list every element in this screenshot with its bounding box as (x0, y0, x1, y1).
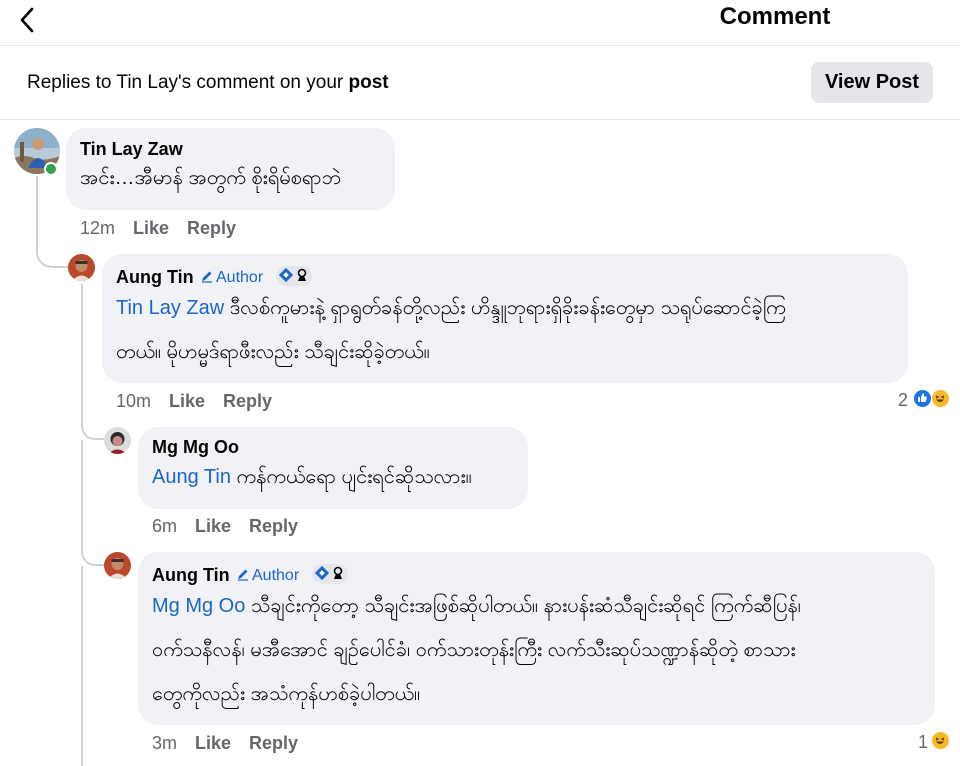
comment-timestamp: 10m (116, 391, 152, 411)
haha-reaction-icon (931, 389, 950, 408)
author-badge: Author (200, 268, 263, 288)
comment-bubble: Aung Tin Author Tin Lay Zaw ဒီလစ်ကူမားနဲ… (102, 254, 908, 383)
comment-text: Mg Mg Oo သီချင်းကိုတော့ သီချင်းအဖြစ်ဆိုပ… (152, 584, 932, 716)
author-badge-label: Author (216, 269, 264, 286)
thread-line (81, 440, 83, 550)
mention-link[interactable]: Mg Mg Oo (152, 595, 245, 617)
comment-text: Aung Tin ကန်ကယ်ရော ပျင်းရင်ဆိုသလား။ (152, 457, 472, 497)
comment-line: Mg Mg Oo သီချင်းကိုတော့ သီချင်းအဖြစ်ဆိုပ… (152, 584, 932, 628)
mention-link[interactable]: Tin Lay Zaw (116, 297, 224, 319)
thread-line (81, 424, 107, 440)
comment-actions: 10m Like Reply (116, 390, 290, 412)
comment-line: Tin Lay Zaw ဒီလစ်ကူမားနဲ့ ရှာရွတ်ခန်တို့… (116, 286, 906, 330)
avatar[interactable] (104, 427, 131, 454)
reaction-count[interactable]: 1 (918, 731, 928, 753)
comment-bubble: Mg Mg Oo Aung Tin ကန်ကယ်ရော ပျင်းရင်ဆိုသ… (138, 427, 528, 509)
view-post-button[interactable]: View Post (811, 62, 933, 103)
comment-actions: 3m Like Reply (152, 732, 316, 754)
comment-text: အင်း…အီမာန် အတွက် စိုးရိမ်စရာဘဲ (80, 167, 341, 189)
like-button[interactable]: Like (195, 732, 231, 754)
comment-line-text: ကန်ကယ်ရော ပျင်းရင်ဆိုသလား။ (230, 466, 472, 488)
avatar[interactable] (68, 254, 95, 281)
comment-author[interactable]: Mg Mg Oo (152, 436, 239, 458)
replies-bar: Replies to Tin Lay's comment on your pos… (0, 47, 960, 120)
reply-button[interactable]: Reply (249, 515, 298, 537)
like-button[interactable]: Like (133, 217, 169, 239)
like-reaction-icon (913, 389, 932, 408)
comment-line-text: သီချင်းကိုတော့ သီချင်းအဖြစ်ဆိုပါတယ်။ နား… (245, 595, 801, 617)
online-status-dot (44, 162, 58, 176)
top-bar: Comment (0, 0, 960, 46)
comment-timestamp: 6m (152, 516, 178, 536)
pencil-icon (238, 569, 248, 581)
badge-icons[interactable] (312, 564, 348, 584)
comment-actions: 12m Like Reply (80, 217, 254, 239)
avatar[interactable] (104, 552, 131, 579)
author-badge: Author (236, 566, 299, 586)
comment-author[interactable]: Tin Lay Zaw (80, 138, 183, 160)
post-link[interactable]: post (349, 72, 389, 93)
comment-actions: 6m Like Reply (152, 515, 316, 537)
comment-bubble: Tin Lay Zaw အင်း…အီမာန် အတွက် စိုးရိမ်စရ… (66, 128, 395, 210)
comment-timestamp: 3m (152, 733, 178, 753)
comment-text: Tin Lay Zaw ဒီလစ်ကူမားနဲ့ ရှာရွတ်ခန်တို့… (116, 286, 906, 374)
comment-author[interactable]: Aung Tin (116, 266, 194, 288)
reaction-count[interactable]: 2 (898, 389, 908, 411)
thread-line (81, 284, 83, 424)
comment-line-text: ဒီလစ်ကူမားနဲ့ ရှာရွတ်ခန်တို့လည်း ဟိန္ဒူဘ… (224, 297, 786, 319)
badge-icons[interactable] (276, 266, 312, 286)
replies-prefix: Replies to Tin Lay's comment on your (27, 72, 349, 93)
author-badge-label: Author (252, 567, 300, 584)
page-title: Comment (719, 3, 831, 30)
diamond-badge-icon (314, 565, 343, 581)
comment-timestamp: 12m (80, 218, 116, 238)
comment-line: ဝက်သနီလန်၊ မအီအောင် ချဉ်ပေါင်ခံ၊ ဝက်သားတ… (152, 639, 796, 661)
like-button[interactable]: Like (169, 390, 205, 412)
pencil-icon (202, 271, 212, 283)
thread-line (81, 566, 83, 766)
comment-line: တယ်။ မိုဟမ္မဒ်ရာဖီးလည်း သီချင်းဆိုခဲ့တယ်… (116, 341, 430, 363)
back-arrow-icon[interactable] (14, 6, 42, 34)
like-button[interactable]: Like (195, 515, 231, 537)
mention-link[interactable]: Aung Tin (152, 466, 231, 488)
diamond-badge-icon (278, 267, 307, 283)
reply-button[interactable]: Reply (187, 217, 236, 239)
reply-button[interactable]: Reply (223, 390, 272, 412)
comment-bubble: Aung Tin Author Mg Mg Oo သီချင်းကိုတော့ … (138, 552, 935, 725)
reply-button[interactable]: Reply (249, 732, 298, 754)
comment-line: တွေကိုလည်း အသံကုန်ဟစ်ခဲ့ပါတယ်။ (152, 683, 421, 705)
comment-author[interactable]: Aung Tin (152, 564, 230, 586)
haha-reaction-icon (931, 731, 950, 750)
replies-caption: Replies to Tin Lay's comment on your pos… (27, 71, 389, 95)
